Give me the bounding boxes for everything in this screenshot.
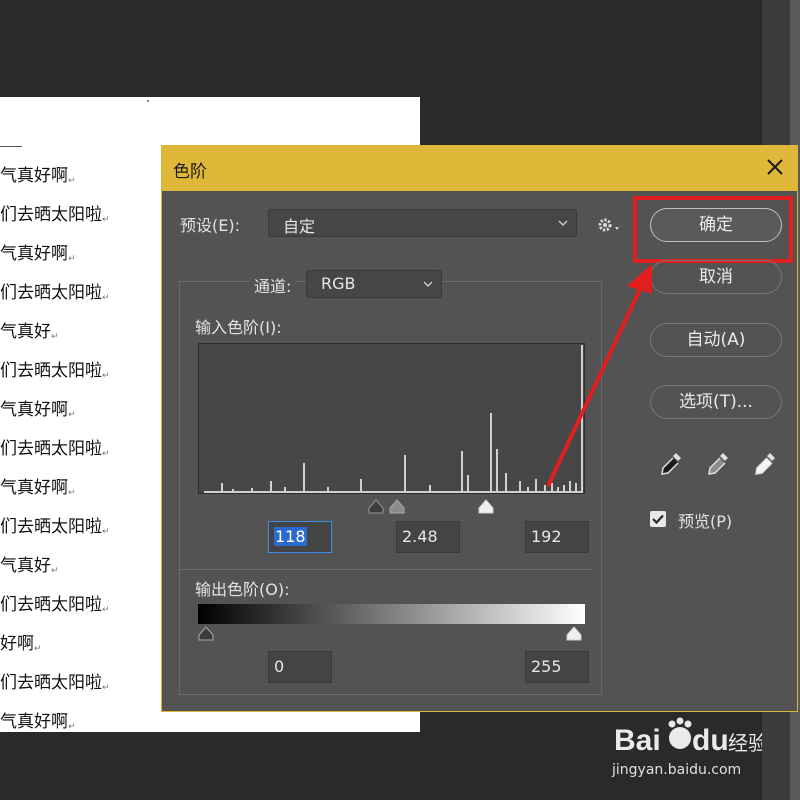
document-line: 们去晒太阳啦↵: [0, 283, 110, 303]
eyedropper-gray-icon[interactable]: [705, 450, 731, 480]
svg-text:du: du: [692, 724, 729, 757]
output-black-field[interactable]: 0: [268, 651, 332, 683]
eyedropper-black-icon[interactable]: [658, 450, 684, 480]
input-black-field[interactable]: 118: [268, 521, 332, 553]
channel-select[interactable]: RGB: [306, 270, 442, 298]
input-white-value: 192: [531, 527, 562, 546]
input-levels-label: 输入色阶(I):: [195, 318, 282, 337]
preset-select[interactable]: 自定: [268, 209, 577, 237]
chevron-down-icon: [423, 281, 433, 287]
preview-checkbox[interactable]: [650, 511, 666, 527]
preset-value: 自定: [283, 217, 316, 236]
gamma-slider: [389, 499, 405, 514]
document-line: 气真好啊↵: [0, 244, 76, 264]
output-white-field[interactable]: 255: [525, 651, 589, 683]
histogram-graph: [204, 345, 583, 493]
white-point-slider: [478, 499, 494, 514]
svg-text:经验: 经验: [728, 731, 762, 755]
preset-label: 预设(E):: [180, 216, 240, 235]
document-line: 们去晒太阳啦↵: [0, 361, 110, 381]
document-line: 气真好↵: [0, 556, 59, 576]
output-levels-label: 输出色阶(O):: [195, 580, 290, 599]
input-slider[interactable]: [198, 495, 585, 515]
ok-button[interactable]: 确定: [650, 208, 782, 242]
channel-value: RGB: [321, 274, 356, 293]
cancel-button[interactable]: 取消: [650, 260, 782, 294]
svg-text:Bai: Bai: [614, 724, 661, 757]
document-line: 气真好啊↵: [0, 712, 76, 732]
divider: [179, 569, 591, 570]
black-point-slider: [368, 499, 384, 514]
output-black-value: 0: [274, 657, 285, 676]
input-gamma-field[interactable]: 2.48: [396, 521, 460, 553]
watermark-url: jingyan.baidu.com: [612, 762, 742, 778]
preview-label: 预览(P): [678, 512, 733, 531]
output-gradient: [198, 604, 585, 624]
output-black-slider: [198, 626, 214, 641]
output-white-slider: [566, 626, 582, 641]
input-gamma-value: 2.48: [402, 527, 438, 546]
document-line: 们去晒太阳啦↵: [0, 205, 110, 225]
options-button[interactable]: 选项(T)...: [650, 385, 782, 419]
chevron-down-icon: [558, 220, 568, 226]
levels-dialog: 色阶 预设(E): 自定 通道: RGB 输入色阶(I): 118 2.48 1…: [161, 145, 798, 712]
document-rule: [0, 146, 22, 147]
document-line: 气真好↵: [0, 322, 59, 342]
document-line: 气真好啊↵: [0, 166, 76, 186]
close-icon[interactable]: [762, 154, 788, 180]
input-white-field[interactable]: 192: [525, 521, 589, 553]
dialog-title: 色阶: [173, 162, 207, 182]
checkmark-icon: [652, 514, 664, 525]
dialog-titlebar[interactable]: 色阶: [162, 146, 797, 191]
document-line: 气真好啊↵: [0, 478, 76, 498]
input-black-value: 118: [274, 527, 307, 546]
document-line: 们去晒太阳啦↵: [0, 673, 110, 693]
document-line: 们去晒太阳啦↵: [0, 595, 110, 615]
document-line: 气真好啊↵: [0, 400, 76, 420]
auto-button[interactable]: 自动(A): [650, 323, 782, 357]
histogram: [198, 343, 585, 494]
document-line: 们去晒太阳啦↵: [0, 517, 110, 537]
output-white-value: 255: [531, 657, 562, 676]
channel-label: 通道:: [250, 273, 296, 297]
gear-icon[interactable]: [596, 215, 622, 235]
eyedropper-white-icon[interactable]: [752, 450, 778, 480]
output-slider[interactable]: [198, 624, 585, 644]
document-line: 们去晒太阳啦↵: [0, 439, 110, 459]
document-line: 好啊↵: [0, 634, 42, 654]
cursor-mark: [147, 100, 149, 102]
